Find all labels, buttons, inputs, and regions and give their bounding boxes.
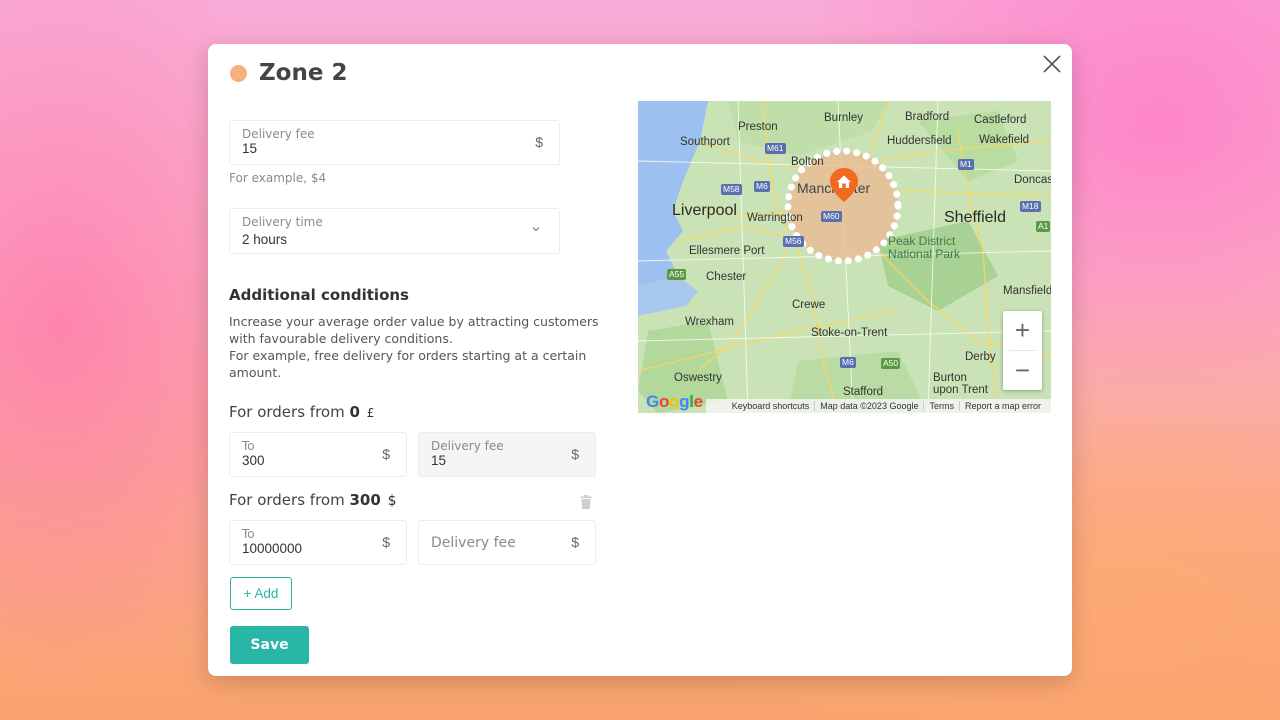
- delivery-time-label: Delivery time: [242, 215, 323, 229]
- map-label-derby: Derby: [965, 351, 996, 363]
- tier-1-prefix: For orders from: [229, 403, 345, 421]
- map-label-bolton: Bolton: [791, 156, 824, 168]
- map-label-huddersfield: Huddersfield: [887, 135, 952, 147]
- tier-2-fee-field[interactable]: Delivery fee $: [418, 520, 596, 565]
- map-label-stafford: Stafford: [843, 386, 884, 398]
- burton-line-2: upon Trent: [933, 384, 988, 396]
- zone-modal: Zone 2 Delivery fee $ For example, $4 De…: [208, 44, 1072, 676]
- currency-suffix: $: [571, 534, 579, 550]
- road-badge: A55: [667, 269, 687, 280]
- map-label-wrexham: Wrexham: [685, 316, 734, 328]
- map-label-peak-district: Peak District National Park: [888, 235, 960, 261]
- modal-header: Zone 2: [230, 58, 347, 88]
- map-label-doncaster: Doncas: [1014, 174, 1051, 186]
- delivery-time-value: 2 hours: [242, 232, 288, 247]
- map-zoom-control: + −: [1003, 311, 1042, 390]
- map-label-southport: Southport: [680, 136, 730, 148]
- map-label-oswestry: Oswestry: [674, 372, 722, 384]
- description-line-2: For example, free delivery for orders st…: [229, 348, 587, 380]
- tier-2-to-field[interactable]: To $: [229, 520, 407, 565]
- map-label-castleford: Castleford: [974, 114, 1027, 126]
- road-badge: M6: [840, 357, 856, 368]
- map-label-bradford: Bradford: [905, 111, 950, 123]
- tier-1-to-field[interactable]: To $: [229, 432, 407, 477]
- delivery-time-select[interactable]: Delivery time 2 hours: [229, 208, 560, 254]
- tier-2-fee-placeholder: Delivery fee: [431, 535, 516, 551]
- map-label-chester: Chester: [706, 271, 747, 283]
- additional-conditions-description: Increase your average order value by att…: [229, 313, 599, 381]
- road-badge: A50: [881, 358, 901, 369]
- map-data-attribution: Map data ©2023 Google: [814, 401, 923, 411]
- save-button[interactable]: Save: [230, 626, 309, 664]
- map-label-ellesmere-port: Ellesmere Port: [689, 245, 765, 257]
- report-map-error-link[interactable]: Report a map error: [958, 401, 1046, 411]
- chevron-down-icon: [532, 227, 540, 232]
- currency-suffix: $: [382, 446, 390, 462]
- tier-2-to-input[interactable]: [242, 541, 366, 556]
- add-condition-button[interactable]: + Add: [230, 577, 292, 610]
- delivery-zone-map[interactable]: Preston Burnley Bradford Castleford Sout…: [638, 101, 1051, 413]
- map-label-burnley: Burnley: [824, 112, 863, 124]
- tier-1-currency: £: [366, 406, 375, 420]
- road-badge: A1: [1036, 221, 1051, 232]
- keyboard-shortcuts-link[interactable]: Keyboard shortcuts: [727, 401, 815, 411]
- home-marker-icon[interactable]: [829, 167, 859, 203]
- google-logo: Google: [646, 392, 703, 411]
- tier-2-to-label: To: [242, 527, 255, 541]
- peak-district-line-1: Peak District: [888, 234, 956, 248]
- close-icon: [1043, 55, 1061, 73]
- road-badge: M58: [721, 184, 742, 195]
- page-title: Zone 2: [259, 60, 348, 86]
- map-label-wakefield: Wakefield: [979, 134, 1030, 146]
- tier-1-fee-field[interactable]: Delivery fee $: [418, 432, 596, 477]
- road-badge: M1: [958, 159, 974, 170]
- burton-line-1: Burton: [933, 372, 967, 384]
- tier-2-currency: $: [387, 493, 397, 509]
- tier-2-from: 300: [349, 491, 381, 509]
- road-badge: M6: [754, 181, 770, 192]
- map-label-crewe: Crewe: [792, 299, 826, 311]
- tier-1-fee-label: Delivery fee: [431, 439, 504, 453]
- delivery-fee-field[interactable]: Delivery fee $: [229, 120, 560, 165]
- tier-1-fee-input[interactable]: [431, 453, 555, 468]
- zone-color-dot: [230, 64, 247, 82]
- tier-2-prefix: For orders from: [229, 491, 345, 509]
- tier-1-to-label: To: [242, 439, 255, 453]
- delivery-fee-helper: For example, $4: [229, 171, 327, 185]
- currency-suffix: $: [571, 446, 579, 462]
- delivery-fee-label: Delivery fee: [242, 127, 315, 141]
- additional-conditions-title: Additional conditions: [229, 286, 409, 304]
- trash-icon[interactable]: [580, 495, 592, 509]
- road-badge: M56: [783, 236, 804, 247]
- road-badge: M18: [1020, 201, 1041, 212]
- map-label-preston: Preston: [738, 121, 778, 133]
- delivery-fee-input[interactable]: [242, 141, 473, 156]
- road-badge: M61: [765, 143, 786, 154]
- close-button[interactable]: [1040, 52, 1064, 76]
- map-label-warrington: Warrington: [747, 212, 803, 224]
- terms-link[interactable]: Terms: [923, 401, 959, 411]
- tier-1-to-input[interactable]: [242, 453, 366, 468]
- tier-1-from: 0: [349, 403, 360, 421]
- map-label-mansfield: Mansfield: [1003, 285, 1051, 297]
- currency-suffix: $: [382, 534, 390, 550]
- map-footer: Keyboard shortcuts Map data ©2023 Google…: [706, 399, 1051, 413]
- peak-district-line-2: National Park: [888, 247, 961, 261]
- tier-1-heading: For orders from 0 £: [229, 403, 374, 421]
- currency-suffix: $: [535, 134, 543, 150]
- zoom-out-button[interactable]: −: [1003, 351, 1042, 390]
- zoom-in-button[interactable]: +: [1003, 311, 1042, 350]
- map-label-liverpool: Liverpool: [672, 202, 737, 219]
- map-label-sheffield: Sheffield: [944, 209, 1006, 226]
- description-line-1: Increase your average order value by att…: [229, 314, 599, 346]
- map-label-burton: Burton upon Trent: [933, 372, 988, 396]
- map-label-stoke-on-trent: Stoke-on-Trent: [811, 327, 888, 339]
- road-badge: M60: [821, 211, 842, 222]
- tier-2-heading: For orders from 300 $: [229, 491, 397, 509]
